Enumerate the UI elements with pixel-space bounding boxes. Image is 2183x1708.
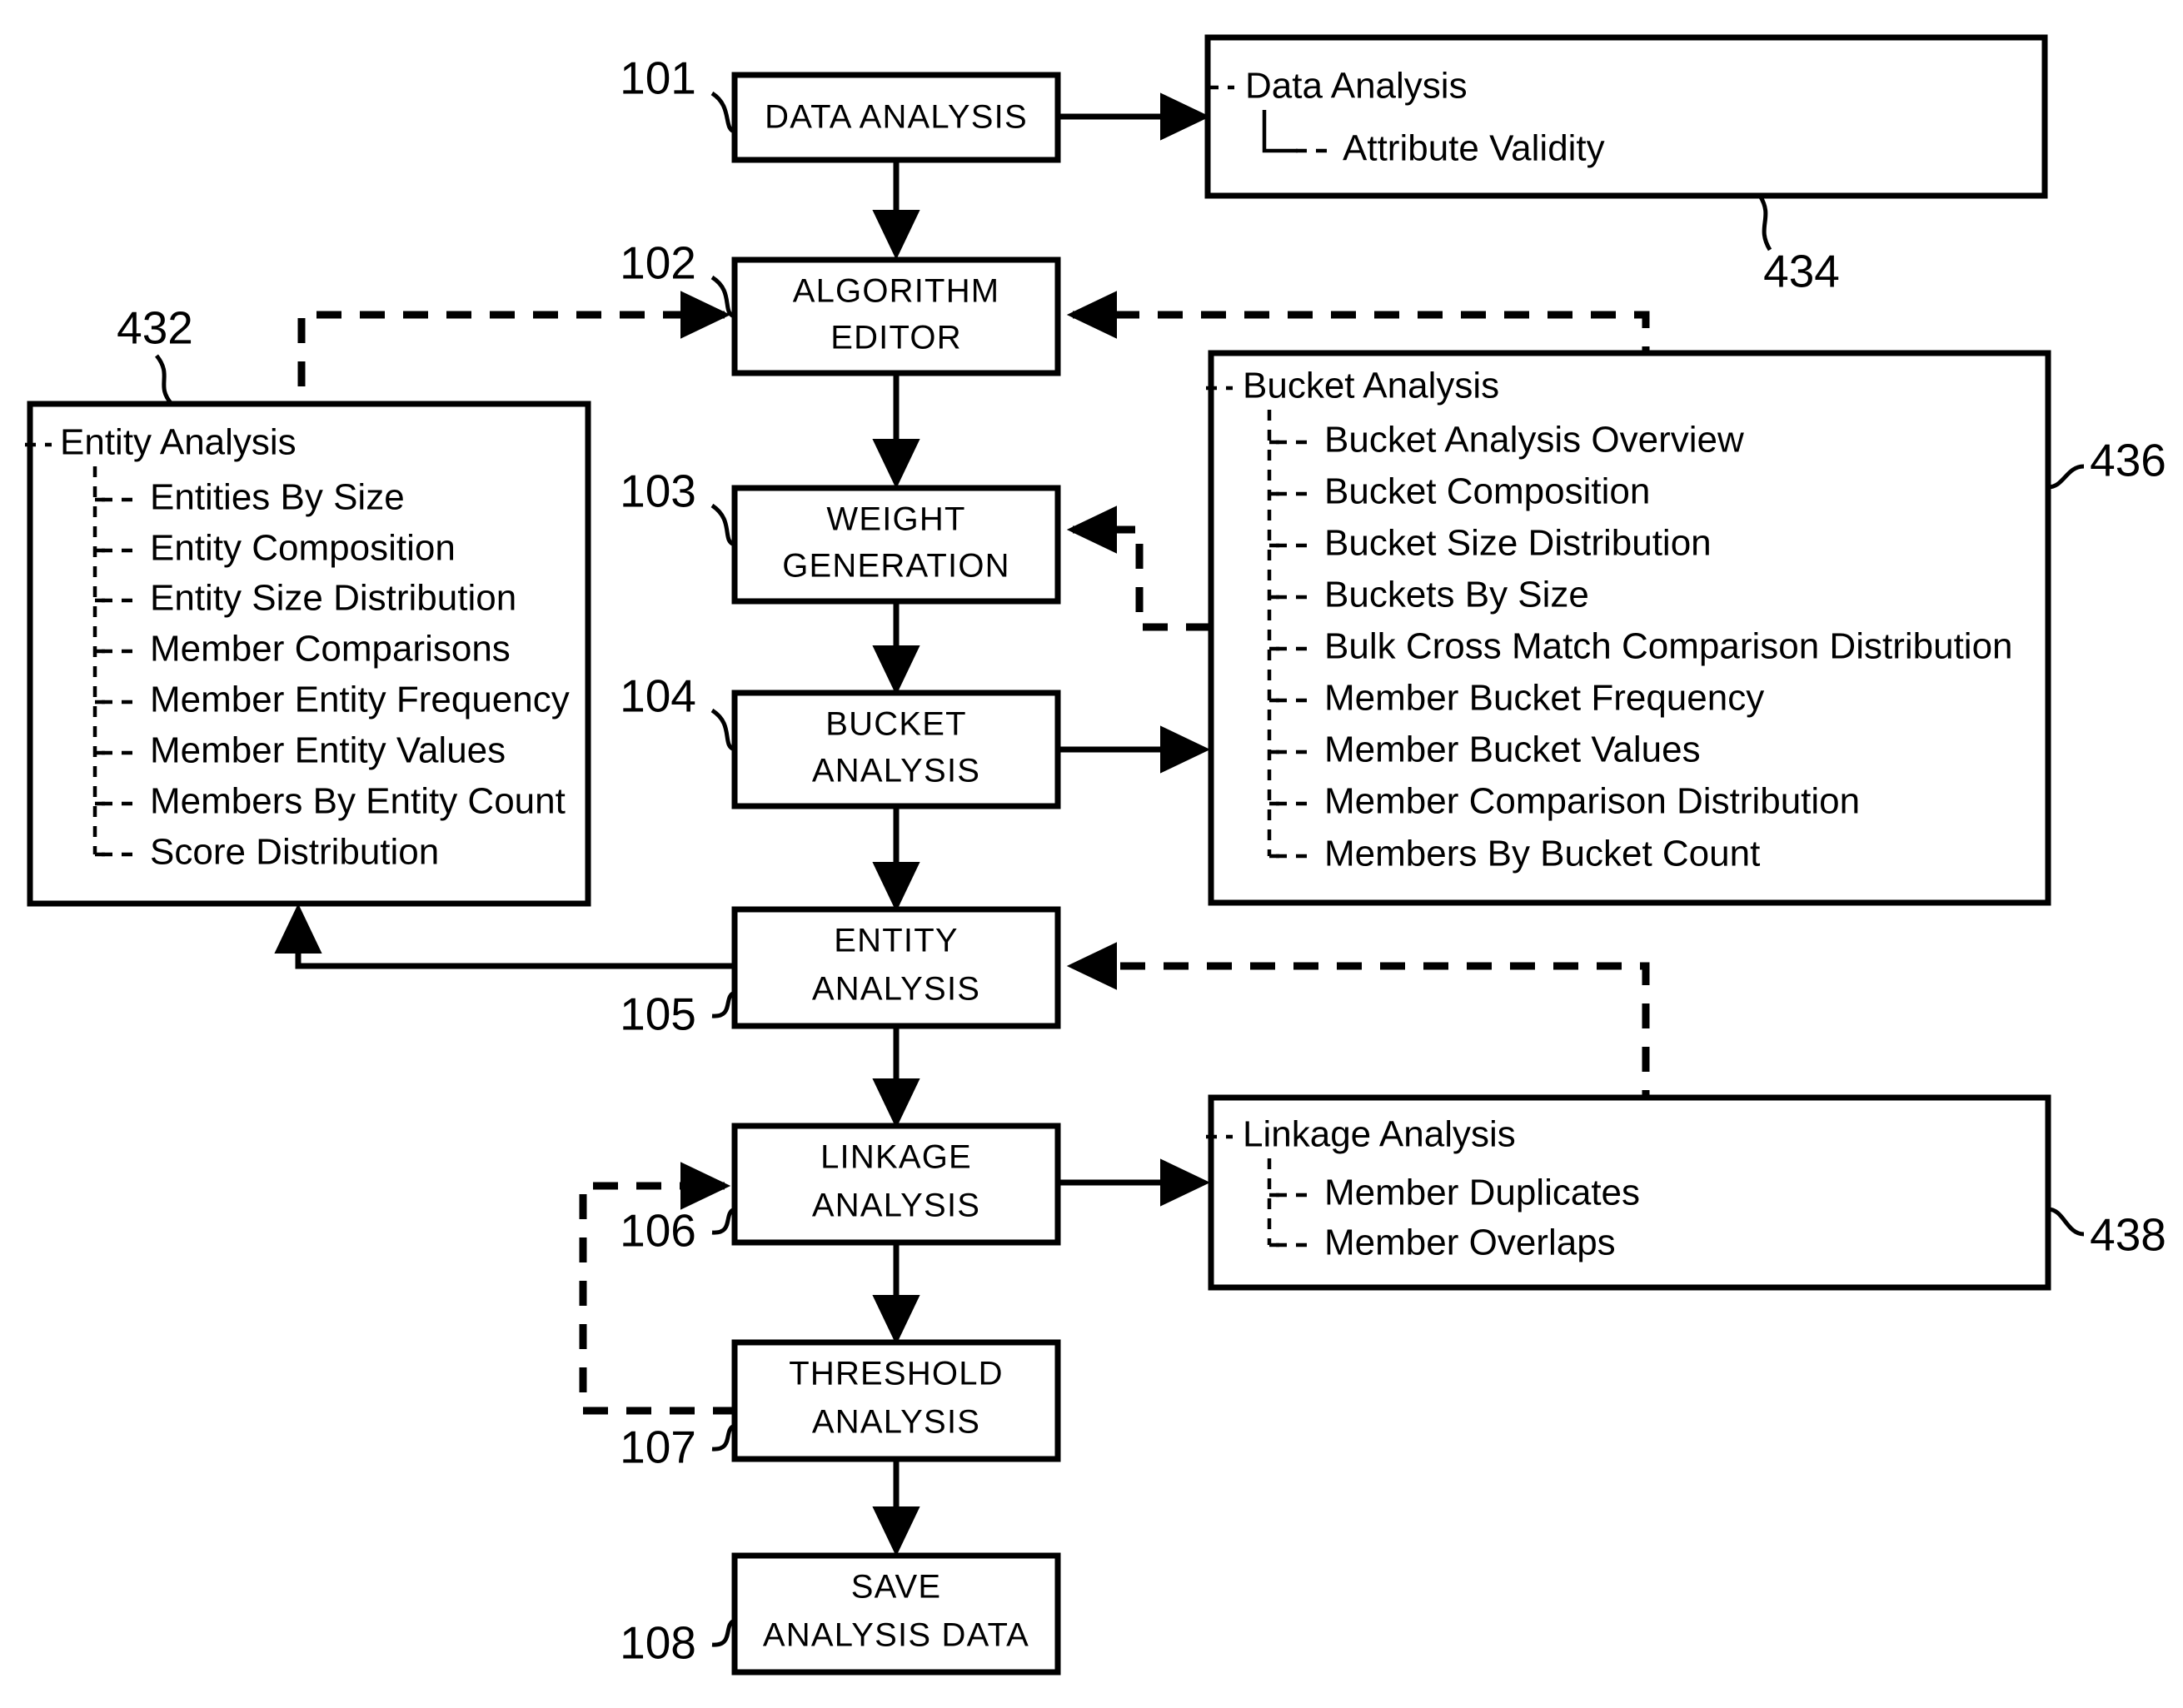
process-box-107[interactable]: THRESHOLD ANALYSIS [731,1339,1061,1462]
tree-item-436-0[interactable]: Bucket Analysis Overview [1269,420,1744,461]
ref-leader-103: 103 [620,466,736,547]
panel-438-item-0: Member Duplicates [1324,1173,1640,1213]
ref-leader-102: 102 [620,237,736,319]
process-box-105[interactable]: ENTITY ANALYSIS [731,906,1061,1029]
panel-438-item-1: Member Overlaps [1324,1222,1616,1263]
flowchart-canvas: DATA ANALYSIS 101 ALGORITHM EDITOR 102 W… [25,34,2166,1676]
feedback-panel438-to-entity-analysis [1066,942,1650,1115]
process-box-102[interactable]: ALGORITHM EDITOR [731,256,1061,376]
panel-432-entity-analysis[interactable]: Entity Analysis Entities By Size Entity … [25,401,591,907]
ref-number-432: 432 [117,302,193,354]
panel-432-item-3: Member Comparisons [150,629,511,670]
ref-leader-101: 101 [620,52,736,134]
connector-105-to-panel432 [274,903,738,969]
process-label-108-line1: SAVE [851,1569,942,1606]
feedback-bucket-panel-to-weight-generation [1066,505,1211,631]
panel-438-root-label: Linkage Analysis [1243,1114,1516,1155]
ref-leader-432: 432 [117,302,193,406]
ref-leader-104: 104 [620,670,736,752]
ref-leader-106: 106 [620,1205,736,1257]
ref-number-438: 438 [2090,1209,2166,1261]
panel-432-item-4: Member Entity Frequency [150,680,570,720]
panel-434-data-analysis[interactable]: Data Analysis Attribute Validity [1204,34,2048,199]
process-label-101-line1: DATA ANALYSIS [765,99,1028,136]
ref-number-102: 102 [620,237,696,289]
ref-number-105: 105 [620,988,696,1040]
tree-item-438-0[interactable]: Member Duplicates [1269,1173,1640,1213]
panel-436-item-6: Member Bucket Values [1324,730,1701,770]
panel-434-root-label: Data Analysis [1245,66,1468,107]
panel-434-item-0[interactable]: Attribute Validity [1343,128,1605,169]
process-label-104-line2: ANALYSIS [812,753,980,789]
process-label-107-line1: THRESHOLD [789,1356,1004,1392]
tree-item-432-6[interactable]: Members By Entity Count [95,781,566,822]
process-label-103-line1: WEIGHT [826,501,965,538]
process-box-104[interactable]: BUCKET ANALYSIS [731,690,1061,809]
panel-436-item-8: Members By Bucket Count [1324,834,1760,874]
tree-item-436-5[interactable]: Member Bucket Frequency [1269,678,1764,719]
panel-432-item-2: Entity Size Distribution [150,578,516,619]
process-label-102-line1: ALGORITHM [793,273,1000,310]
tree-item-436-7[interactable]: Member Comparison Distribution [1269,781,1860,822]
process-label-105-line1: ENTITY [834,923,958,959]
panel-432-item-0: Entities By Size [150,477,405,518]
ref-number-107: 107 [620,1422,696,1473]
ref-leader-108: 108 [620,1617,736,1669]
process-label-105-line2: ANALYSIS [812,971,980,1008]
ref-leader-434: 434 [1757,194,1840,297]
panel-436-root-label: Bucket Analysis [1243,366,1499,406]
patent-flowchart-figure: DATA ANALYSIS 101 ALGORITHM EDITOR 102 W… [0,0,2183,1708]
process-box-108[interactable]: SAVE ANALYSIS DATA [731,1552,1061,1676]
panel-436-item-7: Member Comparison Distribution [1324,781,1860,822]
ref-number-436: 436 [2090,435,2166,486]
process-box-106[interactable]: LINKAGE ANALYSIS [731,1123,1061,1246]
tree-item-432-5[interactable]: Member Entity Values [95,730,506,771]
ref-number-104: 104 [620,670,696,722]
ref-leader-107: 107 [620,1422,736,1473]
process-label-106-line2: ANALYSIS [812,1188,980,1224]
tree-item-432-4[interactable]: Member Entity Frequency [95,680,570,720]
ref-number-108: 108 [620,1617,696,1669]
process-label-107-line2: ANALYSIS [812,1404,980,1441]
process-box-101[interactable]: DATA ANALYSIS [731,72,1061,163]
panel-432-root-label: Entity Analysis [60,422,297,463]
panel-438-linkage-analysis[interactable]: Linkage Analysis Member Duplicates Membe… [1206,1094,2051,1291]
panel-436-item-2: Bucket Size Distribution [1324,523,1712,564]
process-label-104-line1: BUCKET [825,706,966,743]
panel-436-item-5: Member Bucket Frequency [1324,678,1764,719]
ref-leader-105: 105 [620,988,736,1040]
tree-item-432-2[interactable]: Entity Size Distribution [95,578,516,619]
ref-number-106: 106 [620,1205,696,1257]
tree-item-436-1[interactable]: Bucket Composition [1269,471,1650,512]
process-box-103[interactable]: WEIGHT GENERATION [731,485,1061,605]
process-label-102-line2: EDITOR [830,320,962,356]
process-label-108-line2: ANALYSIS DATA [763,1617,1029,1654]
ref-number-101: 101 [620,52,696,104]
panel-436-item-3: Buckets By Size [1324,575,1589,615]
panel-436-bucket-analysis[interactable]: Bucket Analysis Bucket Analysis Overview… [1206,350,2051,906]
process-label-103-line2: GENERATION [782,548,1010,585]
ref-leader-436: 436 [2047,435,2166,490]
panel-436-item-0: Bucket Analysis Overview [1324,420,1744,461]
panel-436-item-1: Bucket Composition [1324,471,1650,512]
tree-item-436-2[interactable]: Bucket Size Distribution [1269,523,1712,564]
ref-number-434: 434 [1763,246,1840,297]
process-label-106-line1: LINKAGE [820,1139,972,1176]
tree-item-432-3[interactable]: Member Comparisons [95,629,511,670]
tree-item-436-8[interactable]: Members By Bucket Count [1269,834,1760,874]
tree-item-436-4[interactable]: Bulk Cross Match Comparison Distribution [1269,626,2013,667]
ref-number-103: 103 [620,466,696,517]
ref-leader-438: 438 [2047,1207,2166,1261]
panel-432-item-7: Score Distribution [150,832,439,873]
tree-item-436-6[interactable]: Member Bucket Values [1269,730,1701,770]
panel-432-item-6: Members By Entity Count [150,781,566,822]
panel-432-item-1: Entity Composition [150,528,456,569]
panel-436-item-4: Bulk Cross Match Comparison Distribution [1324,626,2013,667]
panel-432-item-5: Member Entity Values [150,730,506,771]
